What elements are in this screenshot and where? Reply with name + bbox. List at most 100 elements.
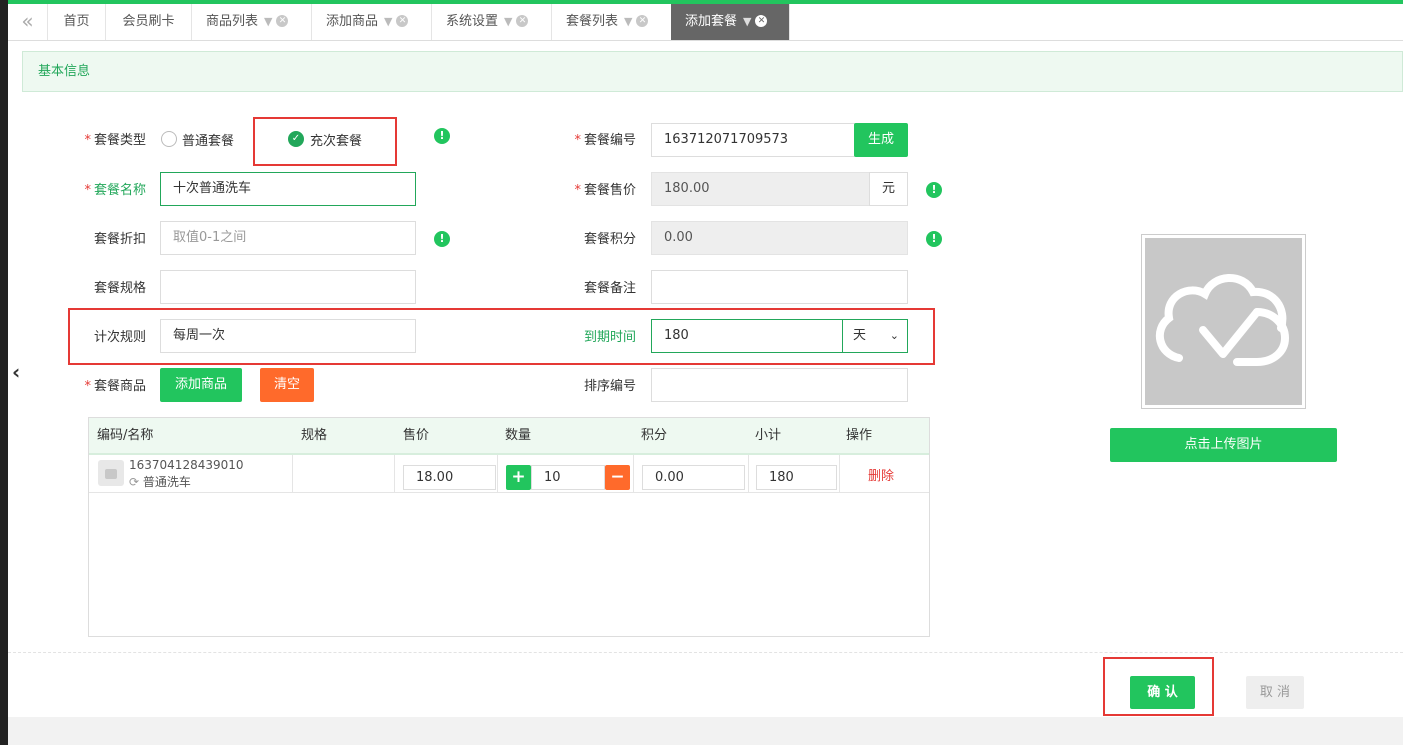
col-subtotal: 小计 — [755, 428, 782, 443]
plus-icon[interactable]: + — [506, 465, 531, 490]
cell-divider — [292, 455, 293, 492]
double-chevron-left-icon[interactable]: « — [8, 4, 48, 40]
cell-divider — [497, 455, 498, 492]
tab-add-package[interactable]: 添加套餐 ▼ ✕ — [671, 4, 790, 40]
tab-label: 首页 — [63, 14, 90, 29]
expire-unit-value: 天 — [853, 328, 867, 343]
points-label: 套餐积分 — [583, 232, 636, 247]
radio-normal-package[interactable] — [161, 131, 177, 147]
count-rule-label: 计次规则 — [93, 330, 146, 345]
confirm-button[interactable]: 确 认 — [1130, 676, 1195, 709]
discount-label: 套餐折扣 — [93, 232, 146, 247]
close-icon[interactable]: ✕ — [396, 14, 409, 27]
radio-times-label[interactable]: 充次套餐 — [310, 130, 362, 149]
info-icon[interactable]: ! — [434, 231, 450, 247]
refresh-icon[interactable]: ⟳ — [129, 475, 139, 489]
code-input[interactable]: 163712071709573 — [651, 123, 855, 157]
code-label: * 套餐编号 — [574, 133, 636, 148]
row-subtotal: 180 — [756, 465, 837, 490]
tab-label: 会员刷卡 — [122, 14, 175, 29]
chevron-down-icon: ⌄ — [889, 329, 899, 342]
clear-button[interactable]: 清空 — [260, 368, 314, 402]
row-qty-input[interactable]: 10 — [531, 465, 605, 490]
window-left-edge — [0, 0, 8, 745]
tab-system-settings[interactable]: 系统设置 ▼ ✕ — [432, 4, 552, 40]
generate-button[interactable]: 生成 — [854, 123, 908, 157]
image-placeholder — [1145, 238, 1302, 405]
tab-add-goods[interactable]: 添加商品 ▼ ✕ — [312, 4, 432, 40]
cell-divider — [394, 455, 395, 492]
row-price-input[interactable]: 18.00 — [403, 465, 496, 490]
close-icon[interactable]: ✕ — [276, 14, 289, 27]
type-label: * 套餐类型 — [84, 133, 146, 148]
info-icon[interactable]: ! — [926, 182, 942, 198]
radio-normal-label[interactable]: 普通套餐 — [182, 130, 234, 149]
col-price: 售价 — [403, 428, 430, 443]
info-icon[interactable]: ! — [926, 231, 942, 247]
tab-label: 套餐列表 — [566, 14, 619, 29]
goods-label: * 套餐商品 — [84, 379, 146, 394]
name-label: * 套餐名称 — [84, 183, 146, 198]
close-icon[interactable]: ✕ — [636, 14, 649, 27]
row-points-input[interactable]: 0.00 — [642, 465, 745, 490]
pin-icon[interactable]: ▼ — [384, 15, 392, 28]
check-circle-icon[interactable]: ✓ — [288, 131, 304, 147]
section-header: 基本信息 — [22, 51, 1403, 92]
sort-label: 排序编号 — [583, 379, 636, 394]
product-thumbnail — [98, 460, 124, 486]
col-spec: 规格 — [301, 428, 328, 443]
cloud-upload-icon — [1156, 274, 1290, 366]
price-unit: 元 — [869, 172, 908, 206]
expire-input[interactable]: 180 — [651, 319, 843, 353]
tab-label: 添加商品 — [326, 14, 379, 29]
spec-label: 套餐规格 — [93, 281, 146, 296]
table-header: 编码/名称 规格 售价 数量 积分 小计 操作 — [89, 418, 929, 455]
footer-divider — [8, 652, 1403, 653]
table-row: 163704128439010 ⟳ 普通洗车 18.00 + 10 − 0.00… — [89, 455, 929, 493]
sort-input[interactable] — [651, 368, 908, 402]
upload-image-button[interactable]: 点击上传图片 — [1110, 428, 1337, 462]
count-rule-input[interactable]: 每周一次 — [160, 319, 416, 353]
name-input[interactable]: 十次普通洗车 — [160, 172, 416, 206]
expire-unit-select[interactable]: 天 ⌄ — [842, 319, 908, 353]
pin-icon[interactable]: ▼ — [624, 15, 632, 28]
col-code-name: 编码/名称 — [97, 428, 154, 443]
col-qty: 数量 — [505, 428, 532, 443]
cell-divider — [839, 455, 840, 492]
pin-icon[interactable]: ▼ — [504, 15, 512, 28]
price-label: * 套餐售价 — [574, 183, 636, 198]
discount-input[interactable]: 取值0-1之间 — [160, 221, 416, 255]
cancel-button[interactable]: 取 消 — [1246, 676, 1304, 709]
points-input[interactable]: 0.00 — [651, 221, 908, 255]
goods-table: 编码/名称 规格 售价 数量 积分 小计 操作 163704128439010 … — [88, 417, 930, 637]
col-action: 操作 — [846, 428, 873, 443]
price-input[interactable]: 180.00 — [651, 172, 870, 206]
close-icon[interactable]: ✕ — [516, 14, 529, 27]
tab-goods-list[interactable]: 商品列表 ▼ ✕ — [192, 4, 312, 40]
pin-icon[interactable]: ▼ — [743, 15, 751, 28]
info-icon[interactable]: ! — [434, 128, 450, 144]
add-goods-button[interactable]: 添加商品 — [160, 368, 242, 402]
close-icon[interactable]: ✕ — [755, 14, 768, 27]
chevron-left-icon[interactable]: ‹ — [12, 360, 20, 384]
tab-home[interactable]: 首页 — [48, 4, 106, 40]
row-code: 163704128439010 — [129, 458, 244, 472]
row-name: 普通洗车 — [142, 475, 191, 489]
cell-divider — [633, 455, 634, 492]
tab-member-card[interactable]: 会员刷卡 — [106, 4, 192, 40]
bottom-bar — [8, 717, 1403, 745]
expire-label: 到期时间 — [583, 330, 636, 345]
minus-icon[interactable]: − — [605, 465, 630, 490]
image-preview — [1141, 234, 1306, 409]
spec-input[interactable] — [160, 270, 416, 304]
cell-divider — [748, 455, 749, 492]
col-points: 积分 — [641, 428, 668, 443]
remark-label: 套餐备注 — [583, 281, 636, 296]
tab-label: 添加套餐 — [685, 14, 738, 29]
pin-icon[interactable]: ▼ — [264, 15, 272, 28]
remark-input[interactable] — [651, 270, 908, 304]
tab-bar: « 首页 会员刷卡 商品列表 ▼ ✕ 添加商品 ▼ ✕ 系统设置 ▼ ✕ 套餐列表 ▼ ✕ 添加… — [8, 4, 1403, 41]
tab-package-list[interactable]: 套餐列表 ▼ ✕ — [552, 4, 672, 40]
delete-link[interactable]: 删除 — [868, 465, 894, 484]
tab-label: 商品列表 — [206, 14, 259, 29]
